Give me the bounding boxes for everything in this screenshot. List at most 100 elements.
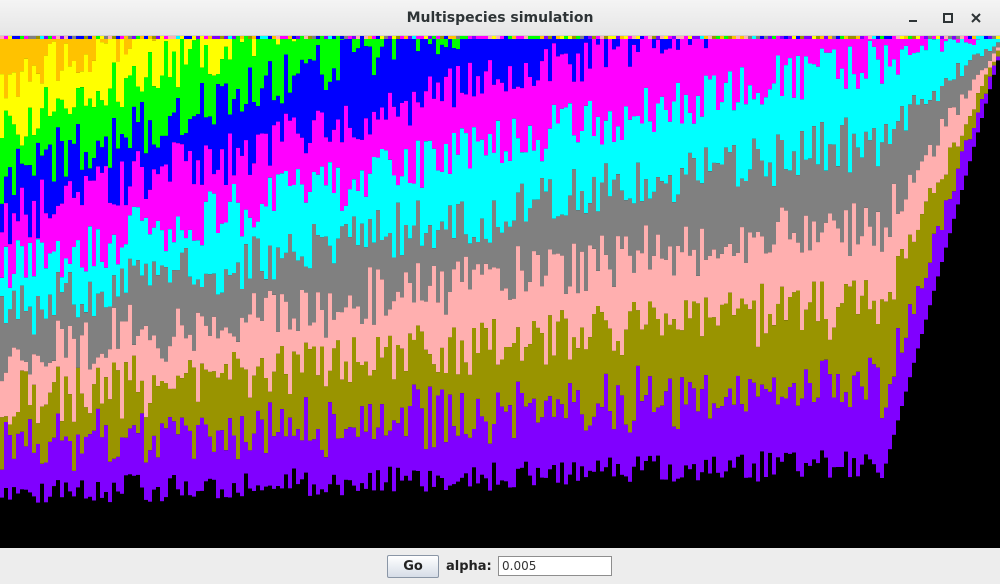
species-band — [380, 149, 384, 240]
species-band — [312, 346, 316, 440]
noise-cell — [196, 36, 200, 39]
noise-cell — [984, 36, 988, 39]
species-band — [28, 405, 32, 420]
species-band — [904, 130, 908, 200]
species-band — [732, 256, 736, 316]
species-band — [836, 307, 840, 375]
species-band — [964, 124, 968, 141]
species-band — [332, 68, 336, 130]
species-band — [808, 158, 812, 251]
species-band — [36, 443, 40, 503]
species-band — [808, 383, 812, 466]
species-band — [748, 232, 752, 310]
species-band — [444, 229, 448, 315]
species-band — [408, 283, 412, 334]
species-band — [88, 72, 92, 99]
species-band — [84, 105, 88, 153]
species-band — [924, 155, 928, 202]
species-band — [472, 39, 476, 97]
species-band — [416, 140, 420, 201]
species-band — [372, 370, 376, 440]
species-band — [340, 210, 344, 227]
species-band — [372, 324, 376, 371]
species-band — [644, 225, 648, 325]
species-band — [552, 39, 556, 44]
noise-cell — [332, 36, 336, 39]
species-band — [432, 364, 436, 448]
alpha-input[interactable] — [498, 556, 612, 576]
species-band — [156, 348, 160, 387]
species-band — [644, 39, 648, 88]
species-band — [520, 88, 524, 153]
species-band — [828, 374, 832, 478]
species-band — [128, 186, 132, 216]
species-band — [664, 183, 668, 260]
species-band — [132, 206, 136, 266]
go-button[interactable]: Go — [387, 555, 439, 578]
species-band — [916, 39, 920, 53]
species-band — [184, 338, 188, 374]
species-band — [932, 156, 936, 193]
species-band — [292, 435, 296, 469]
species-band — [660, 53, 664, 97]
species-band — [372, 111, 376, 157]
species-band — [484, 238, 488, 264]
maximize-icon[interactable] — [938, 8, 958, 28]
species-band — [840, 242, 844, 304]
species-band — [768, 252, 772, 314]
species-band — [188, 49, 192, 120]
species-band — [32, 452, 36, 497]
species-band — [304, 202, 308, 267]
species-band — [64, 436, 68, 483]
species-band — [264, 39, 268, 76]
species-band — [604, 67, 608, 121]
species-band — [620, 190, 624, 249]
species-band — [220, 59, 224, 87]
species-band — [496, 79, 500, 121]
species-band — [384, 347, 388, 436]
species-band — [968, 60, 972, 91]
species-band — [356, 245, 360, 307]
species-band — [728, 388, 732, 461]
species-band — [612, 286, 616, 351]
species-band — [184, 425, 188, 482]
species-band — [720, 164, 724, 254]
species-band — [752, 300, 756, 383]
noise-cell — [900, 36, 904, 39]
species-band — [24, 277, 28, 312]
species-band — [136, 122, 140, 152]
noise-cell — [456, 36, 460, 39]
species-band — [928, 262, 932, 306]
species-band — [704, 147, 708, 260]
close-icon[interactable] — [966, 8, 986, 28]
species-band — [732, 315, 736, 405]
species-band — [820, 232, 824, 282]
species-band — [572, 39, 576, 82]
species-band — [108, 202, 112, 244]
species-band — [468, 62, 472, 169]
noise-cell — [364, 36, 368, 39]
species-band — [12, 213, 16, 274]
species-band — [852, 375, 856, 459]
species-band — [112, 234, 116, 276]
species-band — [720, 102, 724, 165]
species-band — [796, 242, 800, 291]
species-band — [56, 205, 60, 241]
title-bar[interactable]: Multispecies simulation — [0, 0, 1000, 36]
species-band — [836, 166, 840, 229]
species-band — [368, 46, 372, 135]
species-band — [332, 129, 336, 194]
species-band — [88, 98, 92, 169]
noise-cell — [136, 36, 140, 39]
species-band — [16, 96, 20, 135]
species-band — [516, 138, 520, 193]
species-band — [404, 39, 408, 101]
noise-cell — [92, 36, 96, 39]
species-band — [120, 268, 124, 322]
species-band — [8, 39, 12, 75]
noise-cell — [588, 36, 592, 39]
species-band — [92, 39, 96, 61]
species-band — [328, 293, 332, 371]
species-band — [560, 255, 564, 311]
minimize-icon[interactable] — [903, 8, 923, 28]
